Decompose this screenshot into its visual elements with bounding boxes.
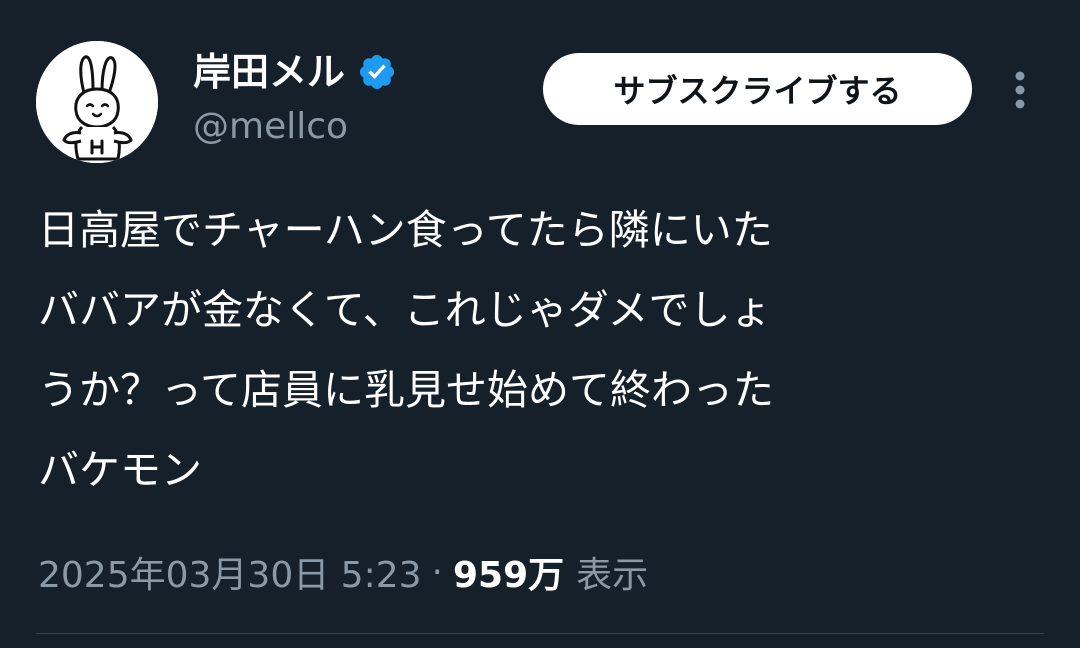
meta-separator: · (431, 551, 443, 593)
post-text: 日高屋でチャーハン食ってたら隣にいた ババアが金なくて、これじゃダメでしょ うか… (38, 190, 1048, 510)
post-container: 岸田メル @mellco サブスクライブする 日高屋でチャーハン食ってたら隣にい… (0, 0, 1080, 648)
avatar[interactable] (36, 41, 158, 163)
post-text-line: バケモン (38, 446, 202, 494)
bunny-mascot-avatar-icon (36, 41, 158, 163)
more-options-button[interactable] (1000, 66, 1040, 114)
post-text-line: ババアが金なくて、これじゃダメでしょ (38, 286, 772, 334)
more-vertical-icon (1015, 71, 1025, 109)
post-text-line: 日高屋でチャーハン食ってたら隣にいた (38, 206, 773, 254)
author-handle[interactable]: @mellco (193, 102, 348, 152)
post-text-line: うか？って店員に乳見せ始めて終わった (38, 366, 774, 414)
post-timestamp[interactable]: 2025年03月30日 5:23 (38, 546, 422, 598)
views-label: 表示 (576, 555, 649, 596)
subscribe-button[interactable]: サブスクライブする (543, 53, 972, 125)
display-name[interactable]: 岸田メル (193, 44, 345, 100)
post-meta: 2025年03月30日 5:23 · 959万 表示 (38, 544, 648, 600)
author-name-row: 岸田メル (193, 44, 397, 100)
verified-badge-icon[interactable] (357, 52, 397, 92)
divider (36, 633, 1044, 634)
views-count[interactable]: 959万 (453, 546, 564, 598)
